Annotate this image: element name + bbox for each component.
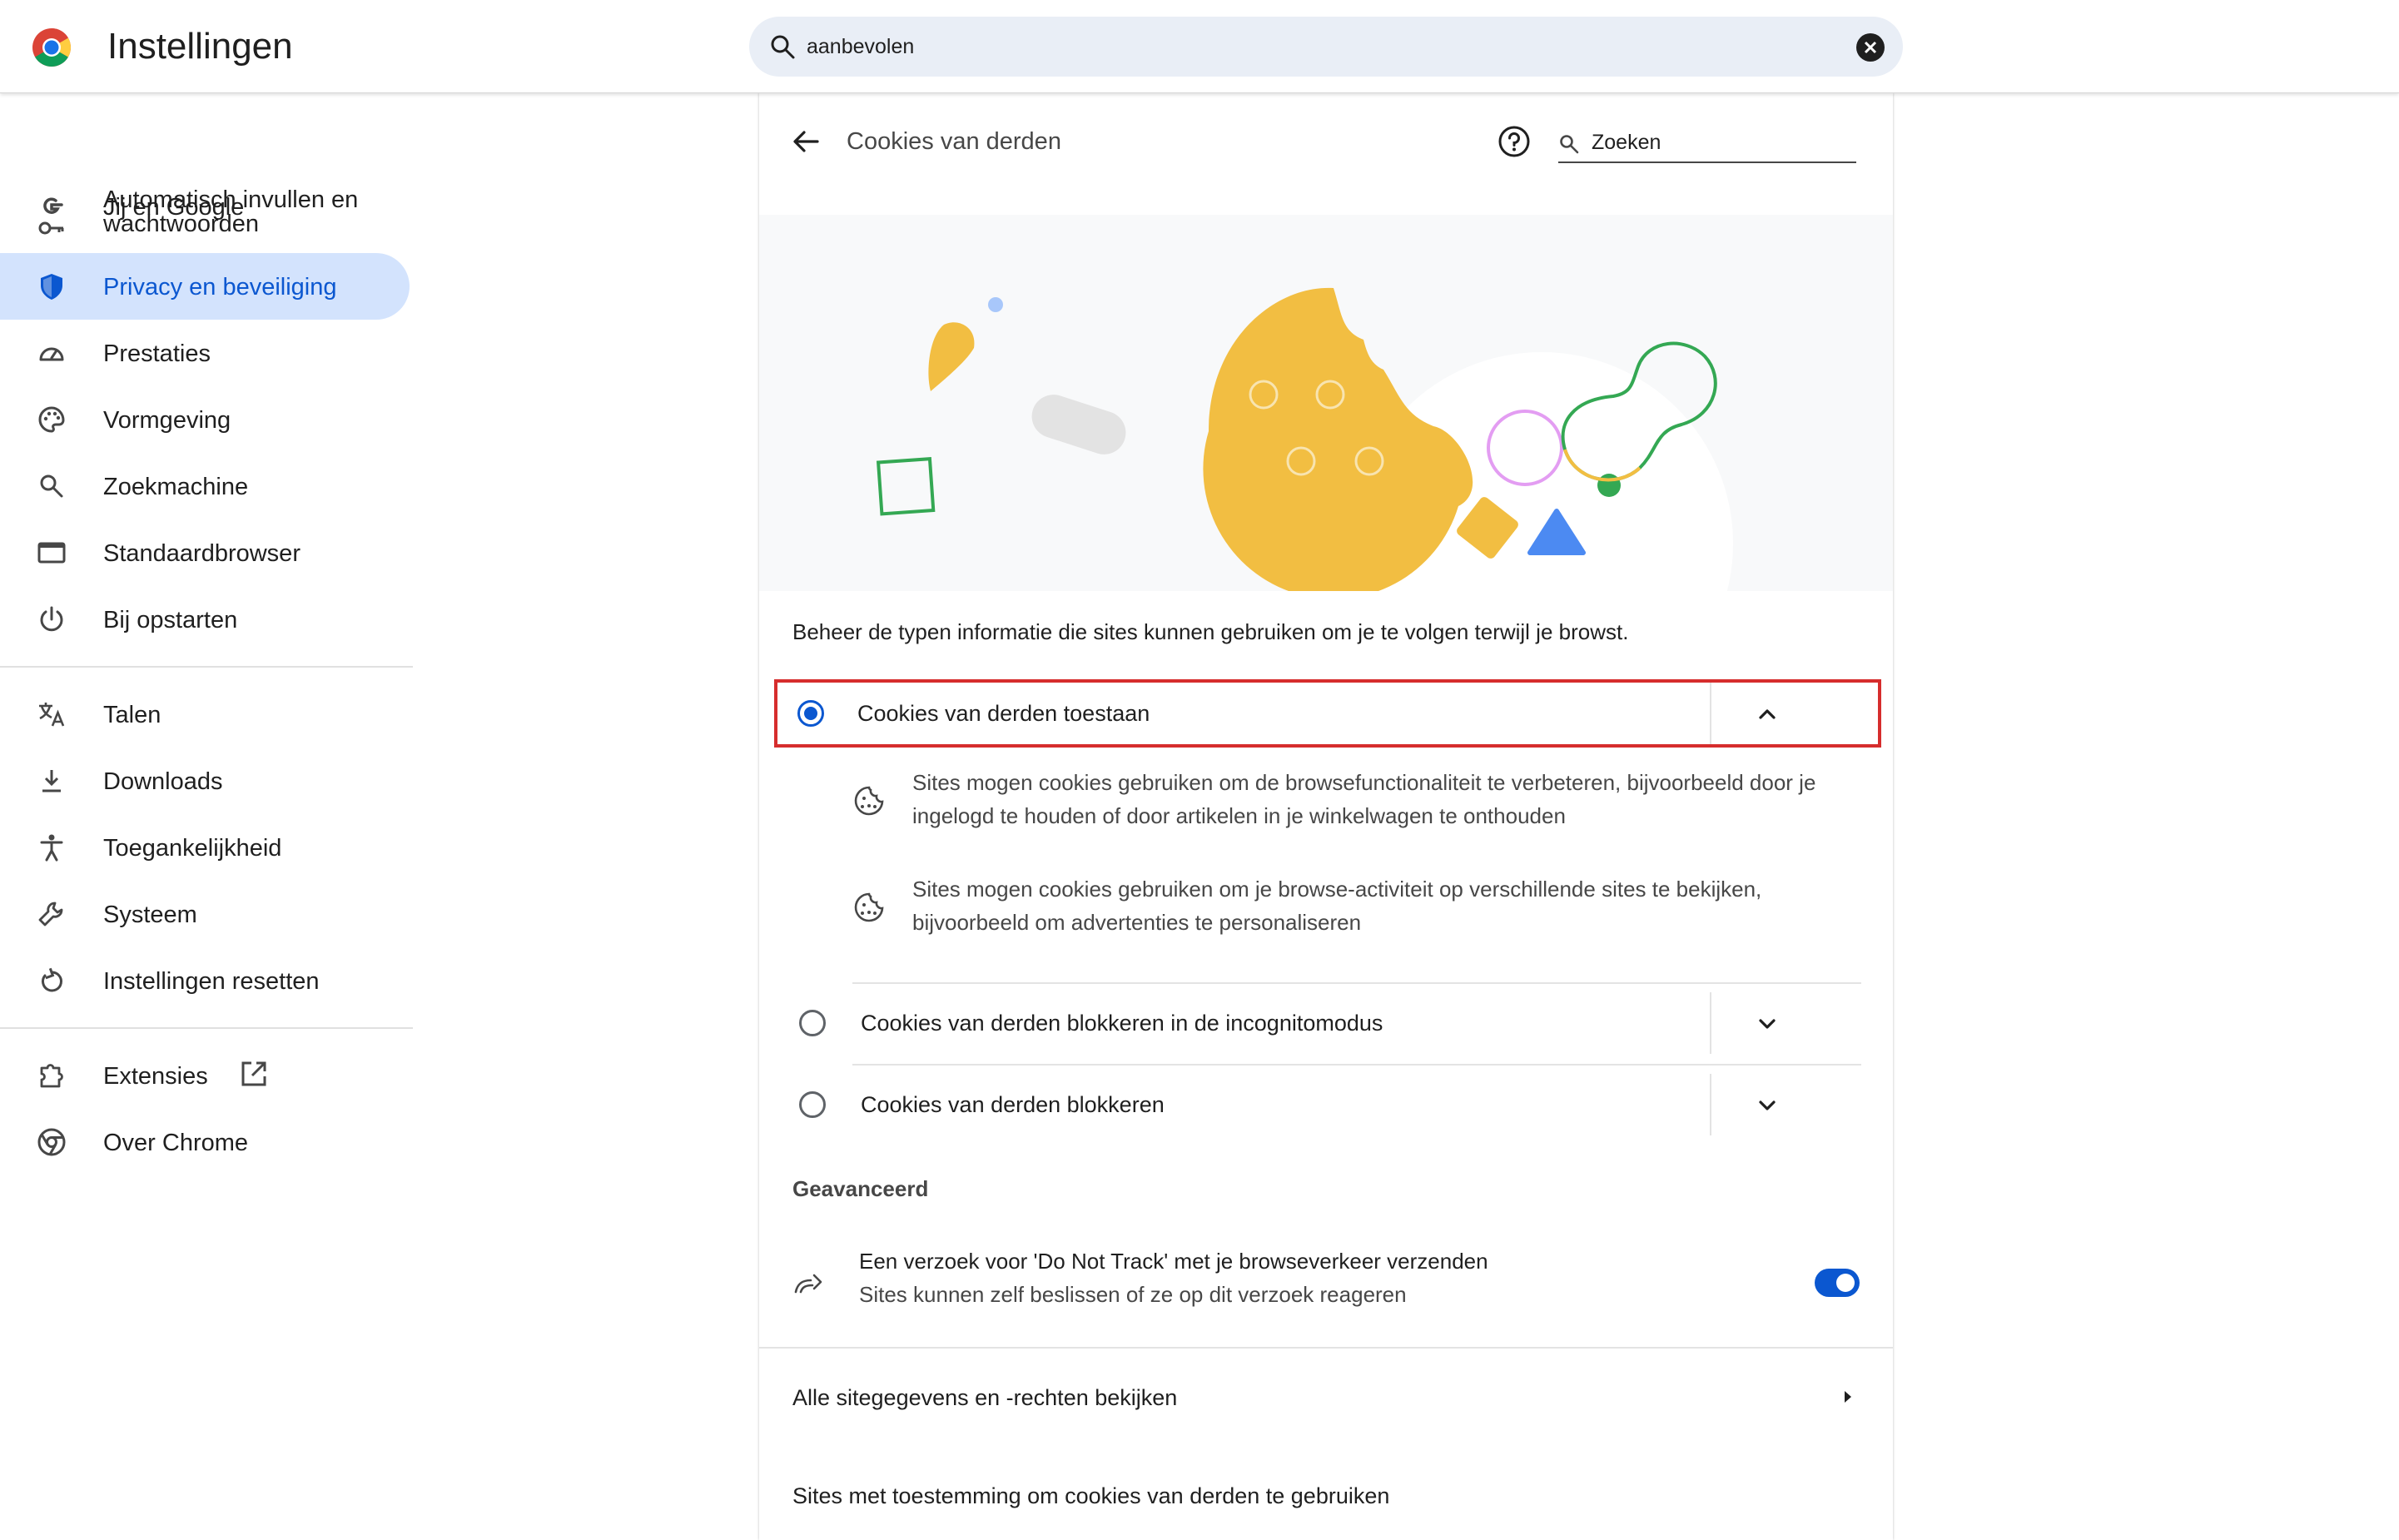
help-icon[interactable]: [1496, 123, 1532, 160]
chevron-up-icon[interactable]: [1753, 700, 1781, 728]
sidebar-item-bij-opstarten[interactable]: Bij opstarten: [0, 586, 410, 653]
sidebar-item-systeem[interactable]: Systeem: [0, 881, 410, 947]
sidebar-item-prestaties[interactable]: Prestaties: [0, 320, 410, 386]
chevron-down-icon[interactable]: [1753, 1091, 1781, 1120]
option-label: Cookies van derden blokkeren: [861, 1092, 1165, 1117]
chevron-down-icon[interactable]: [1753, 1010, 1781, 1038]
option-block-third-party-cookies[interactable]: Cookies van derden blokkeren: [774, 1071, 1881, 1139]
search-input[interactable]: aanbevolen: [807, 33, 914, 60]
option-allow-third-party-cookies[interactable]: Cookies van derden toestaan: [774, 679, 1881, 748]
sidebar-item-vormgeving[interactable]: Vormgeving: [0, 386, 410, 453]
settings-search-bar[interactable]: aanbevolen: [749, 17, 1903, 77]
chrome-icon: [37, 1128, 66, 1156]
sidebar-item-zoekmachine[interactable]: Zoekmachine: [0, 453, 410, 519]
speedometer-icon: [39, 347, 64, 361]
sidebar-item-toegankelijkheid[interactable]: Toegankelijkheid: [0, 814, 410, 881]
option-block-incognito[interactable]: Cookies van derden blokkeren in de incog…: [774, 989, 1881, 1057]
option-label: Cookies van derden toestaan: [857, 701, 1150, 726]
puzzle-icon: [40, 1064, 63, 1088]
reset-icon: [42, 967, 62, 992]
download-icon: [42, 770, 61, 792]
do-not-track-subtitle: Sites kunnen zelf beslissen of ze op dit…: [859, 1282, 1407, 1307]
sidebar-item-autofill-label: Automatisch invullen en wachtwoorden: [103, 186, 359, 237]
sidebar-item-over-chrome[interactable]: Over Chrome: [0, 1109, 410, 1175]
search-icon: [1560, 135, 1579, 154]
sidebar-item-talen[interactable]: Talen: [0, 681, 410, 748]
detail-item: Sites mogen cookies gebruiken om je brow…: [759, 872, 1893, 947]
page-search-field[interactable]: Zoeken: [1558, 122, 1856, 163]
page-search-input[interactable]: Zoeken: [1592, 130, 1661, 155]
sidebar-item-standaardbrowser[interactable]: Standaardbrowser: [0, 519, 410, 586]
do-not-track-title: Een verzoek voor 'Do Not Track' met je b…: [859, 1249, 1488, 1274]
close-icon: [1864, 41, 1877, 54]
cookie-icon: [854, 786, 884, 816]
option-label: Cookies van derden blokkeren in de incog…: [861, 1011, 1383, 1036]
share-arrow-icon: [794, 1274, 822, 1294]
page-title: Cookies van derden: [847, 128, 1061, 155]
accessibility-icon: [40, 834, 63, 862]
divider: [852, 982, 1861, 984]
divider: [852, 1064, 1861, 1066]
palette-icon: [38, 406, 65, 433]
sidebar-item-downloads[interactable]: Downloads: [0, 748, 410, 814]
option-divider: [1710, 992, 1711, 1054]
sidebar-divider: [0, 666, 413, 668]
chrome-logo-icon: [32, 28, 71, 67]
detail-text: Sites mogen cookies gebruiken om de brow…: [912, 770, 1816, 828]
cookie-icon: [854, 892, 884, 922]
sidebar-item-instellingen-resetten[interactable]: Instellingen resetten: [0, 947, 410, 1014]
detail-text: Sites mogen cookies gebruiken om je brow…: [912, 877, 1762, 935]
shield-icon: [41, 274, 62, 300]
allowed-sites-title: Sites met toestemming om cookies van der…: [792, 1483, 1390, 1508]
app-title: Instellingen: [107, 26, 293, 67]
search-icon: [40, 474, 63, 498]
all-site-data-link[interactable]: Alle sitegegevens en -rechten bekijken: [759, 1357, 1893, 1437]
sidebar-nav: Jij en Google Privacy en beveiliging Pre…: [0, 93, 416, 1540]
wrench-icon: [38, 902, 63, 926]
external-link-icon[interactable]: [240, 1060, 268, 1088]
browser-window-icon: [37, 542, 66, 564]
power-icon: [40, 606, 63, 632]
radio-block-incognito[interactable]: [799, 1010, 826, 1036]
search-icon: [771, 35, 795, 59]
all-site-data-label: Alle sitegegevens en -rechten bekijken: [792, 1385, 1178, 1410]
radio-allow-third-party-cookies[interactable]: [797, 700, 824, 727]
advanced-section-title: Geavanceerd: [792, 1176, 929, 1201]
sidebar-item-privacy[interactable]: Privacy en beveiliging: [0, 253, 410, 320]
translate-icon: [39, 703, 65, 727]
detail-item: Sites mogen cookies gebruiken om de brow…: [759, 766, 1893, 841]
do-not-track-row[interactable]: Een verzoek voor 'Do Not Track' met je b…: [759, 1240, 1893, 1332]
key-icon: [38, 221, 64, 235]
cookies-settings-card: Cookies van derden Zoeken Beheer de type…: [759, 93, 1893, 1540]
card-header: Cookies van derden Zoeken: [759, 93, 1893, 210]
divider: [759, 1347, 1893, 1349]
cookies-illustration: [759, 215, 1893, 591]
sidebar-divider: [0, 1027, 413, 1029]
back-arrow-icon[interactable]: [789, 125, 822, 158]
option-divider: [1710, 1074, 1711, 1135]
page-description: Beheer de typen informatie die sites kun…: [792, 619, 1629, 644]
radio-block-third-party-cookies[interactable]: [799, 1091, 826, 1118]
clear-search-button[interactable]: [1856, 33, 1885, 62]
option-divider: [1710, 683, 1711, 744]
app-header: Instellingen aanbevolen: [0, 0, 2399, 93]
sidebar-item-extensies[interactable]: Extensies: [0, 1042, 410, 1109]
arrow-right-icon: [1845, 1391, 1851, 1403]
do-not-track-toggle[interactable]: [1815, 1269, 1860, 1297]
